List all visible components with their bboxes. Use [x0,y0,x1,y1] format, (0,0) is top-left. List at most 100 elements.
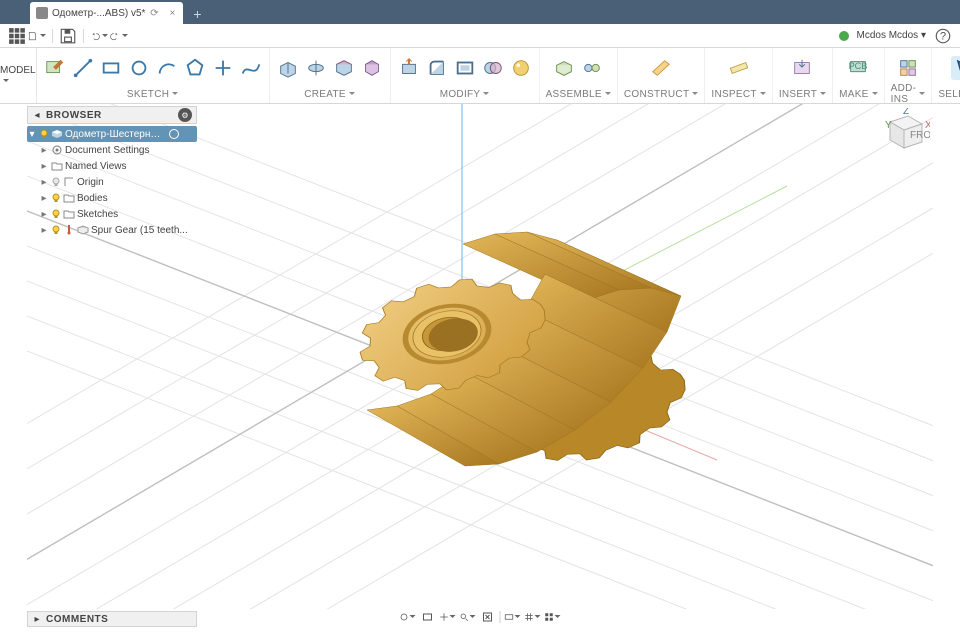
line-icon[interactable] [71,56,95,80]
viewport-button[interactable] [545,609,561,625]
ribbon-group-create: CREATE [270,48,391,103]
redo-button[interactable] [110,27,128,45]
combine-icon[interactable] [481,56,505,80]
ribbon-group-insert: INSERT [773,48,833,103]
addins-icon[interactable] [896,56,920,80]
group-label[interactable]: INSERT [779,87,826,101]
undo-button[interactable] [90,27,108,45]
tree-item-views[interactable]: Named Views [27,158,197,174]
plane-icon[interactable] [649,56,673,80]
arc-icon[interactable] [155,56,179,80]
expand-icon[interactable] [39,209,49,219]
navigation-bar [396,608,565,626]
expand-icon[interactable]: ▸ [32,614,42,624]
box-icon[interactable] [332,56,356,80]
user-menu[interactable]: Mcdos Mcdos ▾ [857,30,927,41]
tree-item-bodies[interactable]: Bodies [27,190,197,206]
press-pull-icon[interactable] [397,56,421,80]
grid-settings-button[interactable] [525,609,541,625]
ribbon-group-modify: MODIFY [391,48,540,103]
tree-item-settings[interactable]: Document Settings [27,142,197,158]
group-label[interactable]: MAKE [839,87,878,101]
create-sketch-icon[interactable] [43,56,67,80]
expand-icon[interactable] [39,193,49,203]
rectangle-icon[interactable] [99,56,123,80]
group-label[interactable]: MODIFY [440,87,490,101]
save-button[interactable] [59,27,77,45]
point-icon[interactable] [211,56,235,80]
svg-text:FRONT: FRONT [910,130,930,141]
folder-icon [63,208,75,220]
browser-title: BROWSER [46,110,174,121]
display-settings-button[interactable] [505,609,521,625]
ribbon-group-addins: ADD-INS [885,48,933,103]
group-label[interactable]: ADD-INS [891,87,926,101]
activate-radio[interactable] [169,129,179,139]
bulb-icon[interactable] [51,177,61,187]
help-button[interactable]: ? [934,27,952,45]
title-tab-bar: Одометр-...ABS) v5* ⟳ × + [0,0,960,24]
tab-title: Одометр-...ABS) v5* [52,8,145,19]
fit-button[interactable] [480,609,496,625]
settings-icon[interactable]: ⚙ [178,108,192,122]
group-label[interactable]: SELECT [938,87,960,101]
browser-tree: Одометр-Шестерня (... Document Settings … [27,124,197,240]
quick-access-toolbar: Mcdos Mcdos ▾ ? [0,24,960,48]
group-label[interactable]: INSPECT [711,87,765,101]
ribbon-group-sketch: SKETCH [37,48,270,103]
tree-item-spur-gear[interactable]: Spur Gear (15 teeth... [27,222,197,238]
file-menu-button[interactable] [28,27,46,45]
orbit-button[interactable] [400,609,416,625]
bulb-icon[interactable] [51,225,61,235]
new-component-icon[interactable] [552,56,576,80]
collapse-icon[interactable]: ◂ [32,110,42,120]
group-label[interactable]: CONSTRUCT [624,87,698,101]
pan-button[interactable] [440,609,456,625]
revolve-icon[interactable] [304,56,328,80]
bulb-icon[interactable] [51,193,61,203]
data-panel-button[interactable] [8,27,26,45]
polygon-icon[interactable] [183,56,207,80]
shell-icon[interactable] [453,56,477,80]
select-icon[interactable] [951,56,960,80]
svg-text:Y: Y [885,120,892,131]
document-tab[interactable]: Одометр-...ABS) v5* ⟳ × [30,2,183,24]
circle-icon[interactable] [127,56,151,80]
tree-item-sketches[interactable]: Sketches [27,206,197,222]
group-label[interactable]: ASSEMBLE [546,87,611,101]
make-icon[interactable]: PCB [846,56,870,80]
tree-item-origin[interactable]: Origin [27,174,197,190]
expand-icon[interactable] [27,129,37,139]
component-icon [51,128,63,140]
close-icon[interactable]: × [167,8,177,18]
tree-root[interactable]: Одометр-Шестерня (... [27,126,197,142]
joint-icon[interactable] [580,56,604,80]
fillet-icon[interactable] [425,56,449,80]
expand-icon[interactable] [39,161,49,171]
comments-panel[interactable]: ▸ COMMENTS [27,611,197,627]
measure-icon[interactable] [727,56,751,80]
extrude-icon[interactable] [276,56,300,80]
group-label[interactable]: SKETCH [127,87,178,101]
group-label[interactable]: CREATE [304,87,355,101]
look-at-button[interactable] [420,609,436,625]
new-tab-button[interactable]: + [187,4,207,24]
expand-icon[interactable] [39,225,49,235]
create-form-icon[interactable] [360,56,384,80]
view-cube[interactable]: FRONT X Y Z [878,108,930,160]
ribbon-group-assemble: ASSEMBLE [540,48,618,103]
zoom-button[interactable] [460,609,476,625]
appearance-icon[interactable] [509,56,533,80]
expand-icon[interactable] [39,177,49,187]
bulb-icon[interactable] [39,129,49,139]
bulb-icon[interactable] [51,209,61,219]
workspace-switcher[interactable]: MODEL [0,48,37,103]
spline-icon[interactable] [239,56,263,80]
browser-header[interactable]: ◂ BROWSER ⚙ [27,106,197,124]
refresh-icon[interactable]: ⟳ [149,8,159,18]
online-status-icon [839,31,849,41]
insert-icon[interactable] [790,56,814,80]
gear-model[interactable] [346,232,700,478]
expand-icon[interactable] [39,145,49,155]
comments-title: COMMENTS [46,614,108,625]
